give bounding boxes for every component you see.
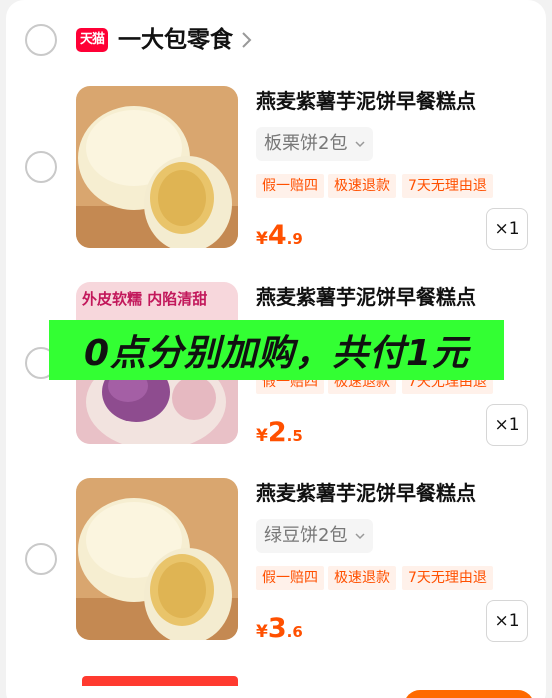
item-price: ¥2.5 [256,417,303,448]
promo-overlay-text: 0点分别加购，共付1元 [83,333,470,374]
sku-selector[interactable]: 板栗饼2包 [256,127,374,161]
tag-7day-return: 7天无理由退 [402,566,493,590]
price-currency: ¥ [256,229,268,249]
item-title[interactable]: 燕麦紫薯芋泥饼早餐糕点 [256,87,476,115]
price-decimal: .9 [286,230,303,248]
item-title[interactable]: 燕麦紫薯芋泥饼早餐糕点 [256,479,476,507]
price-integer: 4 [267,220,287,251]
shop-header: 天猫 一大包零食 [0,0,552,80]
shop-select-radio[interactable] [25,24,57,56]
tmall-badge: 天猫 [76,28,108,52]
product-thumbnail[interactable] [76,478,238,640]
image-caption: 外皮软糯 内陷清甜 [82,290,208,308]
tag-guarantee: 假一赔四 [256,566,324,590]
checkout-button-edge[interactable] [404,690,534,698]
price-decimal: .5 [286,427,303,445]
item-select-radio[interactable] [25,543,57,575]
sku-label: 绿豆饼2包 [264,525,348,546]
item-price: ¥3.6 [256,613,303,644]
sku-label: 板栗饼2包 [264,133,348,154]
item-title[interactable]: 燕麦紫薯芋泥饼早餐糕点 [256,283,476,311]
quantity-button[interactable]: ×1 [486,404,528,446]
pastry-image [76,86,238,248]
shop-name[interactable]: 一大包零食 [118,24,233,56]
price-integer: 3 [267,613,287,644]
chevron-right-icon[interactable] [238,29,256,51]
price-currency: ¥ [256,426,268,446]
tag-fast-refund: 极速退款 [328,566,396,590]
price-integer: 2 [267,417,287,448]
tag-guarantee: 假一赔四 [256,174,324,198]
tag-fast-refund: 极速退款 [328,174,396,198]
product-thumbnail[interactable] [76,86,238,248]
price-decimal: .6 [286,623,303,641]
item-select-radio[interactable] [25,151,57,183]
chevron-down-icon [355,533,365,540]
pastry-image [76,478,238,640]
promo-overlay-banner: 0点分别加购，共付1元 [49,320,504,380]
quantity-button[interactable]: ×1 [486,208,528,250]
price-currency: ¥ [256,622,268,642]
item-price: ¥4.9 [256,220,303,251]
sku-selector[interactable]: 绿豆饼2包 [256,519,374,553]
tag-7day-return: 7天无理由退 [402,174,493,198]
quantity-button[interactable]: ×1 [486,600,528,642]
chevron-down-icon [355,141,365,148]
next-item-thumbnail-edge [82,676,238,686]
